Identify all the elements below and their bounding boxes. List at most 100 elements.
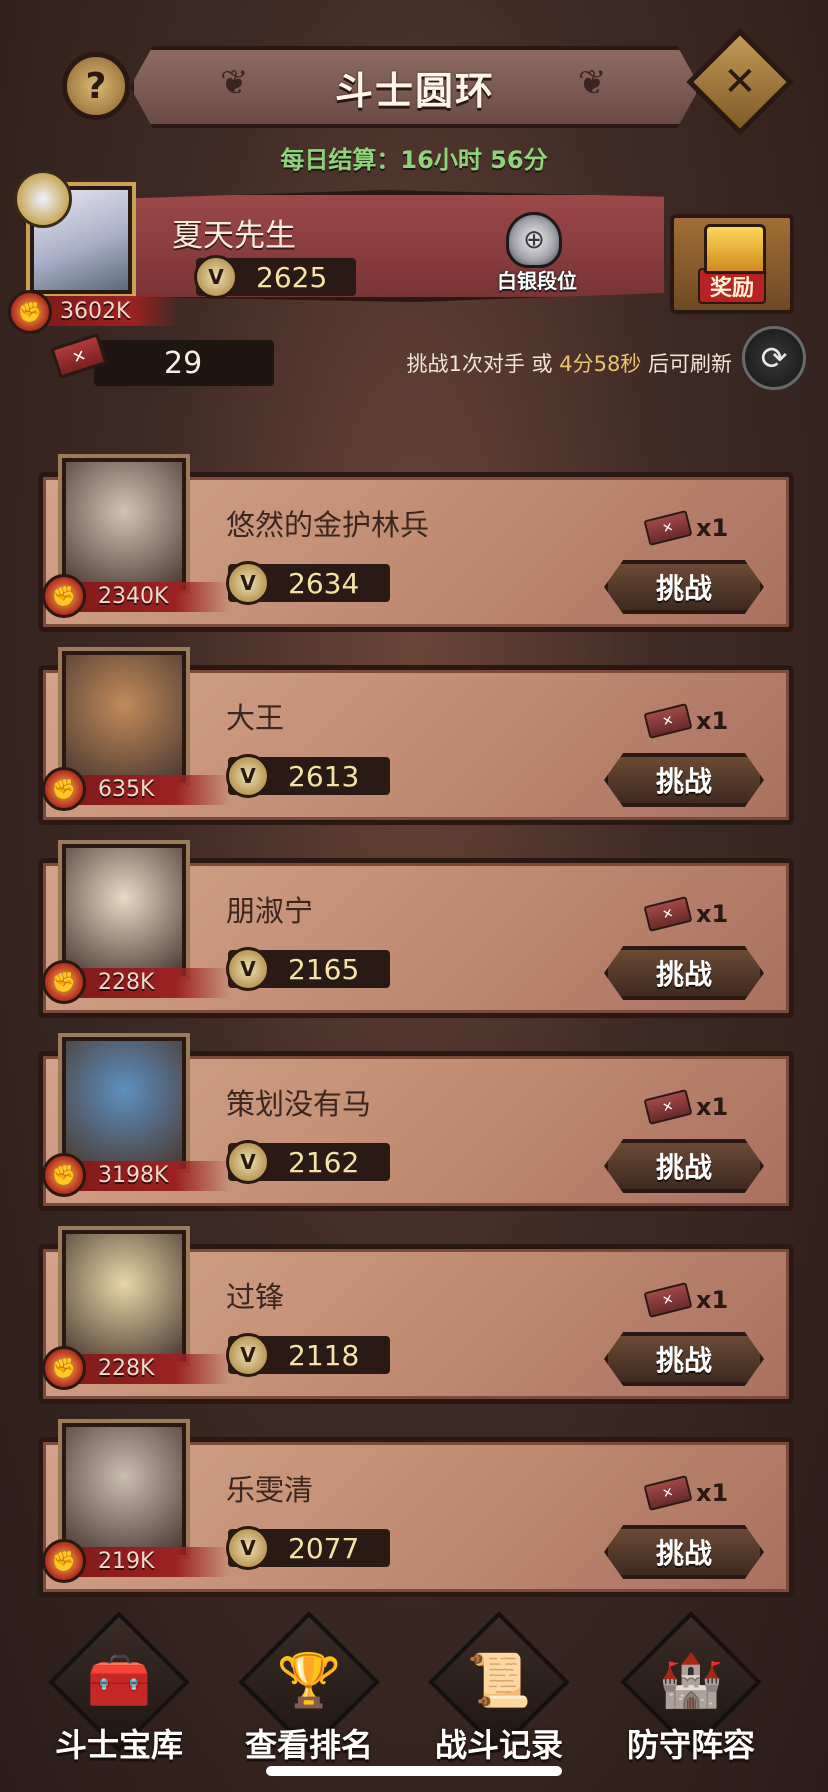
challenge-button[interactable]: 挑战 bbox=[604, 1525, 764, 1579]
challenge-button-label: 挑战 bbox=[655, 572, 712, 605]
wing-ornament-right-icon: ❦ bbox=[578, 63, 607, 103]
challenge-button[interactable]: 挑战 bbox=[604, 560, 764, 614]
opponent-score-value: 2162 bbox=[288, 1145, 360, 1179]
opponent-name: 过锋 bbox=[226, 1280, 285, 1314]
opponent-score-value: 2118 bbox=[288, 1338, 360, 1372]
refresh-hint-suffix: 后可刷新 bbox=[641, 352, 732, 376]
opponent-score-value: 2077 bbox=[288, 1531, 360, 1565]
rank-label: 白银段位 bbox=[497, 269, 577, 293]
opponent-name: 策划没有马 bbox=[226, 1087, 372, 1121]
trophy-points-icon: V bbox=[226, 561, 270, 605]
defense-tower-icon: 🏰 bbox=[658, 1650, 724, 1711]
question-icon: ? bbox=[85, 65, 107, 107]
opponent-name: 大王 bbox=[226, 701, 285, 735]
nav-battle-scroll[interactable]: 📜 战斗记录 bbox=[414, 1611, 584, 1770]
nav-label: 战斗记录 bbox=[434, 1726, 563, 1764]
opponent-portrait-frame[interactable] bbox=[58, 454, 190, 594]
refresh-hint: 挑战1次对手 或 4分58秒 后可刷新 bbox=[407, 348, 733, 378]
page-title: 斗士圆环 bbox=[334, 68, 495, 113]
title-banner: 斗士圆环 bbox=[130, 46, 700, 128]
wing-ornament-left-icon: ❦ bbox=[220, 63, 249, 103]
rank-emblem: ⊕ bbox=[486, 212, 582, 268]
opponent-name: 乐雯清 bbox=[226, 1473, 314, 1507]
fist-power-icon: ✊ bbox=[42, 1153, 86, 1197]
ticket-cost: x1 bbox=[696, 1479, 729, 1507]
nav-treasure-chest[interactable]: 🧰 斗士宝库 bbox=[34, 1611, 204, 1770]
opponent-power: 2340K bbox=[98, 584, 169, 609]
ticket-cost: x1 bbox=[696, 900, 729, 928]
opponent-score-value: 2613 bbox=[288, 759, 360, 793]
refresh-countdown: 4分58秒 bbox=[559, 352, 642, 376]
ticket-count: 29 bbox=[94, 340, 274, 386]
nav-defense-tower[interactable]: 🏰 防守阵容 bbox=[606, 1611, 776, 1770]
refresh-hint-prefix: 挑战1次对手 或 bbox=[406, 352, 560, 376]
nav-label: 斗士宝库 bbox=[54, 1726, 183, 1764]
opponent-power: 228K bbox=[98, 970, 155, 995]
nav-label: 查看排名 bbox=[244, 1726, 373, 1764]
trophy-points-icon: V bbox=[194, 255, 238, 299]
opponent-power: 635K bbox=[98, 777, 155, 802]
trophy-points-icon: V bbox=[226, 754, 270, 798]
opponent-portrait bbox=[66, 462, 182, 586]
challenge-button[interactable]: 挑战 bbox=[604, 1139, 764, 1193]
challenge-button-label: 挑战 bbox=[655, 1537, 712, 1570]
opponent-score-value: 2634 bbox=[288, 566, 360, 600]
opponent-portrait bbox=[66, 1234, 182, 1358]
challenge-button[interactable]: 挑战 bbox=[604, 753, 764, 807]
opponent-portrait bbox=[66, 1427, 182, 1551]
opponent-power: 3198K bbox=[98, 1163, 169, 1188]
challenge-button[interactable]: 挑战 bbox=[604, 946, 764, 1000]
opponent-name: 朋淑宁 bbox=[226, 894, 314, 928]
fist-power-icon: ✊ bbox=[42, 574, 86, 618]
challenge-button-label: 挑战 bbox=[655, 1344, 712, 1377]
trophy-points-icon: V bbox=[226, 1140, 270, 1184]
refresh-icon: ⟳ bbox=[760, 339, 788, 377]
opponent-power: 228K bbox=[98, 1356, 155, 1381]
opponent-portrait-frame[interactable] bbox=[58, 1226, 190, 1366]
daily-settlement-timer: 每日结算：16小时 56分 bbox=[280, 146, 548, 174]
trophy-points-icon: V bbox=[226, 947, 270, 991]
challenge-button-label: 挑战 bbox=[655, 958, 712, 991]
player-score-value: 2625 bbox=[256, 260, 328, 294]
reward-button[interactable]: 奖励 bbox=[670, 214, 794, 314]
challenge-button[interactable]: 挑战 bbox=[604, 1332, 764, 1386]
fist-power-icon: ✊ bbox=[42, 1346, 86, 1390]
close-icon: ✕ bbox=[723, 58, 757, 105]
treasure-chest-icon: 🧰 bbox=[86, 1650, 152, 1711]
close-button[interactable]: ✕ bbox=[686, 28, 794, 136]
refresh-button[interactable]: ⟳ bbox=[742, 326, 806, 390]
player-power: 3602K bbox=[60, 299, 131, 324]
fist-power-icon: ✊ bbox=[42, 767, 86, 811]
ticket-cost: x1 bbox=[696, 1093, 729, 1121]
trophy-cup-icon: 🏆 bbox=[276, 1650, 342, 1711]
ticket-cost: x1 bbox=[696, 514, 729, 542]
reward-chest-icon bbox=[704, 224, 766, 274]
opponent-portrait-frame[interactable] bbox=[58, 1419, 190, 1559]
player-name: 夏天先生 bbox=[172, 218, 296, 254]
opponent-name: 悠然的金护林兵 bbox=[226, 508, 430, 542]
nav-label: 防守阵容 bbox=[626, 1726, 755, 1764]
challenge-button-label: 挑战 bbox=[655, 1151, 712, 1184]
challenge-button-label: 挑战 bbox=[655, 765, 712, 798]
opponent-portrait-frame[interactable] bbox=[58, 647, 190, 787]
opponent-portrait-frame[interactable] bbox=[58, 1033, 190, 1173]
avatar-orb-icon bbox=[14, 170, 72, 228]
ticket-cost: x1 bbox=[696, 1286, 729, 1314]
trophy-points-icon: V bbox=[226, 1526, 270, 1570]
fist-power-icon: ✊ bbox=[8, 290, 52, 334]
fist-power-icon: ✊ bbox=[42, 960, 86, 1004]
battle-scroll-icon: 📜 bbox=[466, 1650, 532, 1711]
opponent-portrait bbox=[66, 1041, 182, 1165]
nav-trophy-cup[interactable]: 🏆 查看排名 bbox=[224, 1611, 394, 1770]
home-indicator bbox=[266, 1766, 562, 1776]
silver-rank-icon: ⊕ bbox=[506, 212, 562, 268]
opponent-portrait-frame[interactable] bbox=[58, 840, 190, 980]
opponent-portrait bbox=[66, 655, 182, 779]
opponent-score-value: 2165 bbox=[288, 952, 360, 986]
opponent-portrait bbox=[66, 848, 182, 972]
ticket-cost: x1 bbox=[696, 707, 729, 735]
ticket-count-value: 29 bbox=[164, 345, 203, 381]
help-button[interactable]: ? bbox=[62, 52, 130, 120]
opponent-power: 219K bbox=[98, 1549, 155, 1574]
fist-power-icon: ✊ bbox=[42, 1539, 86, 1583]
